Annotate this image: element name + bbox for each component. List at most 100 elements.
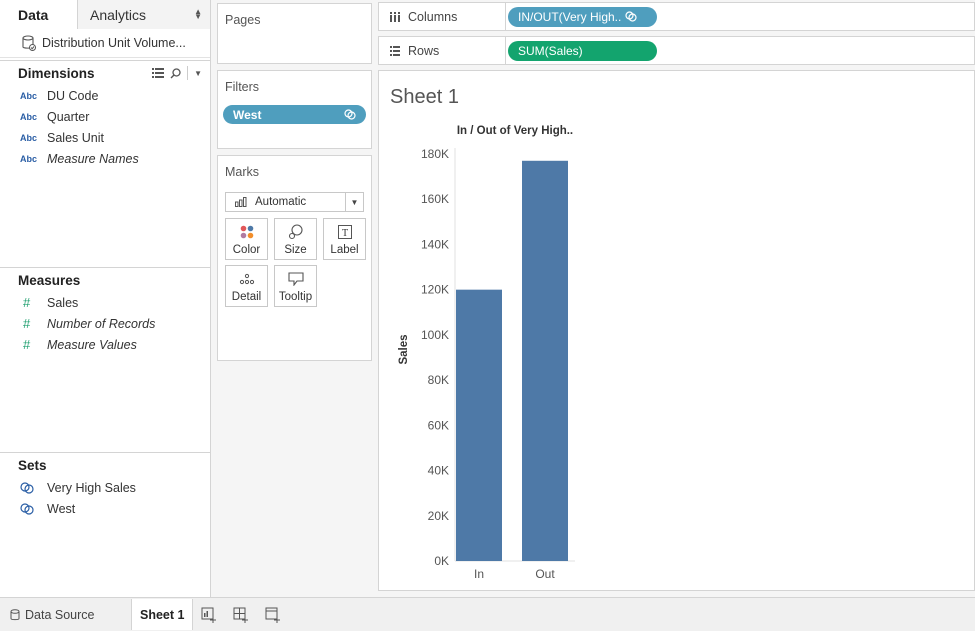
mark-type-select[interactable]: Automatic ▼ bbox=[225, 192, 364, 212]
measure-field[interactable]: # Measure Values bbox=[0, 334, 210, 355]
sheet-tab-label: Sheet 1 bbox=[140, 607, 185, 622]
sheet-tab[interactable]: Sheet 1 bbox=[131, 599, 194, 630]
filter-pill-label: West bbox=[233, 107, 262, 122]
pages-card[interactable]: Pages bbox=[217, 3, 372, 64]
detail-button[interactable]: Detail bbox=[225, 265, 268, 307]
field-name: DU Code bbox=[47, 88, 99, 103]
text-label-icon: T bbox=[337, 222, 352, 242]
rows-shelf[interactable]: Rows SUM(Sales) bbox=[378, 36, 975, 65]
bar-out bbox=[522, 160, 568, 561]
y-tick-label: 0K bbox=[434, 554, 449, 568]
y-tick-label: 80K bbox=[428, 373, 449, 387]
number-type-icon: # bbox=[23, 337, 31, 352]
svg-text:T: T bbox=[341, 228, 347, 239]
field-name: Sales bbox=[47, 295, 79, 310]
dropdown-caret-icon[interactable]: ▼ bbox=[194, 69, 202, 78]
columns-pill-label: IN/OUT(Very High.. bbox=[518, 9, 622, 24]
field-name: Quarter bbox=[47, 109, 90, 124]
field-name: West bbox=[47, 501, 76, 516]
database-icon bbox=[10, 608, 20, 620]
color-dots-icon bbox=[240, 222, 254, 242]
database-check-icon bbox=[22, 35, 36, 51]
field-name: Measure Names bbox=[47, 151, 139, 166]
filters-card[interactable]: Filters West bbox=[217, 70, 372, 149]
columns-shelf[interactable]: Columns IN/OUT(Very High.. bbox=[378, 2, 975, 31]
tab-analytics[interactable]: Analytics ▲ ▼ bbox=[78, 0, 210, 29]
bar-chart-icon bbox=[235, 197, 247, 207]
dimension-field[interactable]: Abc Sales Unit bbox=[0, 127, 210, 148]
tableau-workspace: Data Analytics ▲ ▼ Distribution Unit Volu… bbox=[0, 0, 975, 631]
bar-chart: In / Out of Very High.. 0K 20K 40K 60K 80K 100… bbox=[398, 125, 575, 581]
field-name: Measure Values bbox=[47, 337, 137, 352]
rows-pill-label: SUM(Sales) bbox=[518, 43, 583, 58]
updown-arrows-icon: ▲ ▼ bbox=[194, 7, 202, 21]
mark-type-value: Automatic bbox=[255, 196, 307, 208]
columns-pill[interactable]: IN/OUT(Very High.. bbox=[508, 6, 657, 27]
set-field[interactable]: West bbox=[0, 498, 210, 519]
field-name: Number of Records bbox=[47, 316, 156, 331]
marks-buttons: Color Size T Label Detail Tooltip bbox=[225, 218, 371, 307]
new-story-icon[interactable] bbox=[257, 600, 289, 630]
data-pane: Data Analytics ▲ ▼ Distribution Unit Volu… bbox=[0, 0, 211, 597]
dimension-field[interactable]: Abc Measure Names bbox=[0, 148, 210, 169]
pane-tabs: Data Analytics ▲ ▼ bbox=[0, 0, 210, 29]
chart-column-header: In / Out of Very High.. bbox=[457, 125, 573, 137]
dimensions-list: Abc DU Code Abc Quarter Abc Sales Unit Abc Meas… bbox=[0, 85, 210, 169]
dimensions-tools: ▼ bbox=[152, 66, 202, 80]
dimension-field[interactable]: Abc Quarter bbox=[0, 106, 210, 127]
datasource-name: Distribution Unit Volume... bbox=[42, 36, 186, 50]
measure-field[interactable]: # Sales bbox=[0, 292, 210, 313]
set-icon bbox=[20, 481, 47, 494]
bottom-bar: Data Source Sheet 1 bbox=[0, 597, 975, 631]
field-name: Sales Unit bbox=[47, 130, 104, 145]
datasource-item[interactable]: Distribution Unit Volume... bbox=[0, 29, 210, 58]
marks-card: Marks Automatic ▼ Color Size T Label Det… bbox=[217, 155, 372, 361]
set-icon bbox=[344, 109, 356, 120]
tab-data[interactable]: Data bbox=[0, 0, 78, 29]
y-tick-label: 160K bbox=[421, 192, 449, 206]
data-source-label: Data Source bbox=[25, 607, 95, 622]
detail-dots-icon bbox=[239, 269, 255, 289]
tooltip-icon bbox=[287, 269, 304, 289]
dimensions-title: Dimensions bbox=[18, 65, 95, 81]
x-tick-label: Out bbox=[535, 567, 555, 581]
label-label: Label bbox=[330, 244, 359, 256]
tab-analytics-label: Analytics bbox=[90, 6, 147, 23]
columns-shelf-label: Columns bbox=[379, 3, 506, 30]
view-list-icon[interactable] bbox=[152, 68, 165, 78]
tooltip-button[interactable]: Tooltip bbox=[274, 265, 317, 307]
y-tick-label: 40K bbox=[428, 464, 449, 478]
color-button[interactable]: Color bbox=[225, 218, 268, 260]
number-type-icon: # bbox=[23, 295, 31, 310]
rows-label: Rows bbox=[408, 43, 440, 58]
measure-field[interactable]: # Number of Records bbox=[0, 313, 210, 334]
y-axis-title: Sales bbox=[398, 334, 410, 364]
new-worksheet-icon[interactable] bbox=[193, 600, 225, 630]
sets-list: Very High Sales West bbox=[0, 477, 210, 519]
string-type-icon: Abc bbox=[20, 111, 38, 122]
rows-pill[interactable]: SUM(Sales) bbox=[508, 40, 657, 61]
size-label: Size bbox=[284, 244, 307, 256]
set-field[interactable]: Very High Sales bbox=[0, 477, 210, 498]
worksheet-view[interactable]: Sheet 1 In / Out of Very High.. 0K 20K 40K 6… bbox=[378, 70, 975, 591]
size-button[interactable]: Size bbox=[274, 218, 317, 260]
columns-icon bbox=[390, 11, 400, 22]
bar-in bbox=[456, 289, 502, 561]
dimensions-section: Dimensions ▼ Abc DU Code Abc Quarter Abc Sale… bbox=[0, 61, 210, 169]
field-name: Very High Sales bbox=[47, 480, 136, 495]
data-source-tab[interactable]: Data Source bbox=[0, 600, 131, 630]
measures-section: Measures # Sales # Number of Records # Measur… bbox=[0, 268, 210, 355]
dimension-field[interactable]: Abc DU Code bbox=[0, 85, 210, 106]
measures-list: # Sales # Number of Records # Measure Values bbox=[0, 292, 210, 355]
filter-pill-west[interactable]: West bbox=[223, 105, 366, 124]
label-button[interactable]: T Label bbox=[323, 218, 366, 260]
rows-shelf-label: Rows bbox=[379, 37, 506, 64]
sets-title: Sets bbox=[18, 457, 47, 473]
search-icon[interactable] bbox=[170, 67, 181, 79]
measures-title: Measures bbox=[18, 272, 81, 288]
new-dashboard-icon[interactable] bbox=[225, 600, 257, 630]
set-icon bbox=[20, 502, 47, 515]
x-tick-label: In bbox=[474, 567, 484, 581]
y-tick-label: 60K bbox=[428, 418, 449, 432]
pages-title: Pages bbox=[225, 13, 261, 27]
